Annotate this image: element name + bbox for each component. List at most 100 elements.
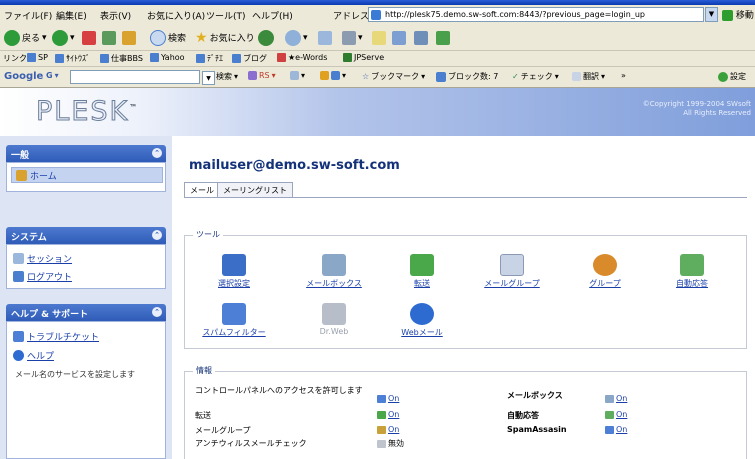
info-label-mailbox: メールボックス bbox=[507, 391, 563, 400]
google-menu-button[interactable]: G ▾ bbox=[46, 71, 59, 80]
tab-mail[interactable]: メール bbox=[184, 182, 220, 198]
forward-button[interactable]: ▾ bbox=[52, 29, 75, 46]
go-button[interactable]: 移動 bbox=[722, 8, 754, 21]
status-link[interactable]: On bbox=[616, 425, 627, 434]
messenger-icon bbox=[436, 30, 450, 45]
google-highlight-button[interactable]: ▾ bbox=[320, 71, 346, 80]
google-search-input[interactable] bbox=[70, 70, 200, 84]
status-link[interactable]: On bbox=[616, 394, 627, 403]
info-label-autoresponder: 自動応答 bbox=[507, 411, 539, 420]
address-url[interactable]: http://plesk75.demo.sw-soft.com:8443/?pr… bbox=[385, 10, 685, 19]
mail-button[interactable] bbox=[318, 29, 332, 46]
link-jpserve[interactable]: JPServe bbox=[343, 53, 384, 62]
spam-filter-icon bbox=[222, 303, 246, 325]
highlight-icon bbox=[320, 71, 329, 80]
research-icon bbox=[414, 30, 428, 45]
translate-button[interactable]: 翻訳 ▾ bbox=[572, 71, 605, 82]
tool-groups[interactable]: グループ bbox=[570, 254, 640, 289]
address-bar[interactable]: http://plesk75.demo.sw-soft.com:8443/?pr… bbox=[368, 7, 704, 22]
link-yahoo[interactable]: Yahoo bbox=[150, 53, 185, 62]
rs-label: RS bbox=[259, 71, 270, 80]
tool-label: 自動応答 bbox=[676, 279, 708, 288]
link-work-bbs[interactable]: 仕事BBS bbox=[100, 53, 143, 64]
tool-preferences[interactable]: 選択設定 bbox=[199, 254, 269, 289]
link-cybozu[interactable]: ｻｲﾄｳｽﾞ bbox=[55, 53, 90, 64]
spell-check-button[interactable]: ✓ チェック ▾ bbox=[512, 71, 559, 82]
collapse-icon[interactable]: ⌃ bbox=[152, 307, 162, 317]
pagerank-icon bbox=[290, 71, 299, 80]
menu-edit[interactable]: 編集(E) bbox=[56, 9, 87, 22]
info-value-mail-group: On bbox=[377, 425, 399, 434]
tool-webmail[interactable]: Webメール bbox=[387, 303, 457, 338]
page-title: mailuser@demo.sw-soft.com bbox=[189, 158, 400, 173]
tool-mail-group[interactable]: メールグループ bbox=[477, 254, 547, 289]
tool-drweb: Dr.Web bbox=[299, 303, 369, 336]
research-button[interactable] bbox=[414, 29, 428, 46]
link-ewords[interactable]: ★e-Words bbox=[277, 53, 327, 62]
link-dejie[interactable]: ﾃﾞﾁｴ bbox=[196, 53, 223, 64]
google-search-button[interactable]: 検索 ▾ bbox=[216, 71, 238, 82]
back-button[interactable]: 戻る ▾ bbox=[4, 29, 47, 46]
menu-tools[interactable]: ツール(T) bbox=[206, 9, 246, 22]
google-search-dropdown[interactable]: ▼ bbox=[202, 71, 215, 85]
google-settings-button[interactable]: 設定 bbox=[718, 71, 746, 82]
stop-button[interactable] bbox=[82, 29, 96, 46]
sidebar-section-help[interactable]: ヘルプ & サポート ⌃ bbox=[6, 304, 166, 321]
menu-favorites[interactable]: お気に入り(A) bbox=[147, 9, 205, 22]
sidebar-item-trouble-ticket[interactable]: トラブルチケット bbox=[13, 330, 99, 343]
menu-help[interactable]: ヘルプ(H) bbox=[252, 9, 293, 22]
tool-mailbox[interactable]: メールボックス bbox=[299, 254, 369, 289]
trademark: ™ bbox=[129, 103, 140, 112]
collapse-icon[interactable]: ⌃ bbox=[152, 148, 162, 158]
link-blog[interactable]: ブログ bbox=[232, 53, 267, 64]
sidebar-system-body: セッション ログアウト bbox=[6, 244, 166, 289]
print-button[interactable]: ▾ bbox=[342, 29, 363, 46]
menu-view[interactable]: 表示(V) bbox=[100, 9, 131, 22]
popup-blocker-button[interactable]: ブロック数: 7 bbox=[436, 71, 498, 82]
google-bookmark-button[interactable]: ☆ ブックマーク ▾ bbox=[362, 71, 425, 82]
sidebar-section-general[interactable]: 一般 ⌃ bbox=[6, 145, 166, 162]
status-link[interactable]: On bbox=[388, 394, 399, 403]
search-button[interactable]: 検索 bbox=[150, 29, 186, 46]
sidebar-item-help[interactable]: ヘルプ bbox=[13, 349, 54, 362]
media-button[interactable] bbox=[258, 29, 274, 46]
help-label: ヘルプ bbox=[27, 352, 55, 362]
settings-label: 設定 bbox=[730, 72, 746, 81]
sidebar-item-sessions[interactable]: セッション bbox=[13, 252, 72, 265]
tool-spam-filter[interactable]: スパムフィルター bbox=[199, 303, 269, 338]
google-pagerank-button[interactable]: ▾ bbox=[290, 71, 305, 80]
abc-check-icon: ✓ bbox=[512, 72, 519, 81]
tool-label: スパムフィルター bbox=[202, 328, 266, 337]
copyright-line: ©Copyright 1999-2004 SWsoft bbox=[642, 100, 751, 108]
link-sp[interactable]: SP bbox=[27, 53, 48, 62]
webmail-icon bbox=[410, 303, 434, 325]
tool-autoresponder[interactable]: 自動応答 bbox=[657, 254, 727, 289]
copyright: ©Copyright 1999-2004 SWsoft All Rights R… bbox=[643, 100, 751, 118]
address-dropdown-button[interactable]: ▼ bbox=[705, 7, 718, 22]
google-rs-button[interactable]: RS ▾ bbox=[248, 71, 276, 80]
tab-mailing-lists[interactable]: メーリングリスト bbox=[217, 182, 293, 197]
info-value-mailbox: On bbox=[605, 394, 627, 403]
refresh-button[interactable] bbox=[102, 29, 116, 46]
home-link[interactable]: ホーム bbox=[16, 169, 57, 182]
sidebar-item-home[interactable]: ホーム bbox=[11, 167, 163, 183]
menu-file[interactable]: ファイル(F) bbox=[4, 9, 52, 22]
sidebar-item-logout[interactable]: ログアウト bbox=[13, 270, 72, 283]
drweb-icon bbox=[322, 303, 346, 325]
history-button[interactable]: ▾ bbox=[285, 29, 308, 46]
edit-button[interactable] bbox=[372, 29, 386, 46]
tool-forwarding[interactable]: 転送 bbox=[387, 254, 457, 289]
more-button[interactable]: » bbox=[621, 71, 626, 80]
discuss-button[interactable] bbox=[392, 29, 406, 46]
status-link[interactable]: On bbox=[616, 410, 627, 419]
home-button[interactable] bbox=[122, 29, 136, 46]
status-link[interactable]: On bbox=[388, 410, 399, 419]
sidebar-section-system[interactable]: システム ⌃ bbox=[6, 227, 166, 244]
status-link[interactable]: On bbox=[388, 425, 399, 434]
link-label: Yahoo bbox=[161, 53, 185, 62]
messenger-button[interactable] bbox=[436, 29, 450, 46]
favorites-button[interactable]: ★ お気に入り bbox=[195, 29, 255, 46]
collapse-icon[interactable]: ⌃ bbox=[152, 230, 162, 240]
popup-blocker-icon bbox=[436, 71, 446, 82]
groups-icon bbox=[593, 254, 617, 276]
